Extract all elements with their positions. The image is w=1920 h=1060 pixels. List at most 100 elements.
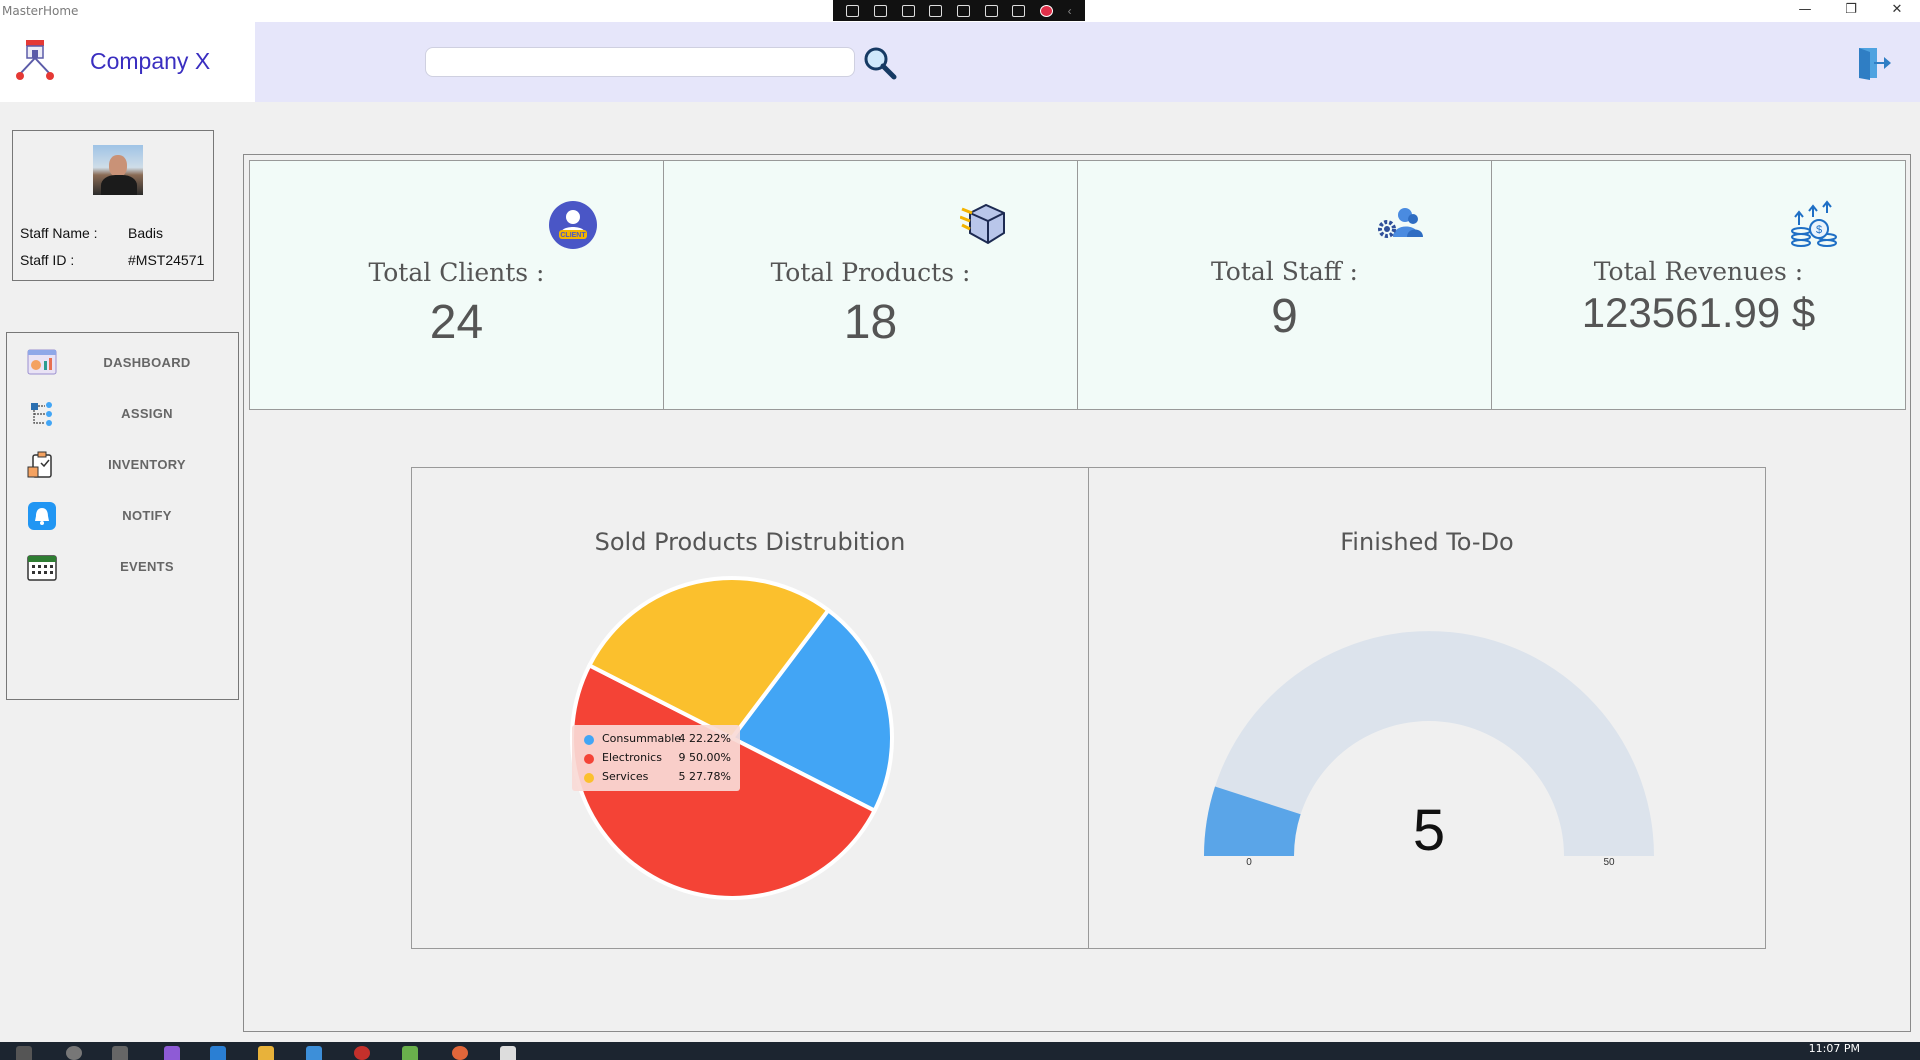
gauge-value: 5 bbox=[1413, 798, 1445, 863]
sidebar-item-dashboard[interactable]: DASHBOARD bbox=[7, 341, 238, 385]
staff-id-label: Staff ID : bbox=[20, 252, 75, 268]
legend-label: Services bbox=[602, 770, 649, 783]
window-controls: — ❐ ✕ bbox=[1782, 0, 1920, 22]
avatar bbox=[93, 145, 143, 195]
taskbar-clock: 11:07 PM bbox=[1808, 1042, 1860, 1055]
sidebar-item-label: INVENTORY bbox=[108, 457, 186, 472]
staff-name-value: Badis bbox=[128, 225, 164, 241]
restore-button[interactable]: ❐ bbox=[1828, 0, 1874, 22]
accessibility-icon[interactable] bbox=[1012, 4, 1026, 17]
legend-value: 4 22.22% bbox=[678, 732, 731, 745]
sidebar-item-label: NOTIFY bbox=[122, 508, 172, 523]
gauge-chart-title: Finished To-Do bbox=[1340, 528, 1514, 556]
video-icon[interactable] bbox=[873, 4, 887, 17]
bell-icon bbox=[28, 502, 56, 530]
company-name: Company X bbox=[90, 48, 211, 74]
pie-chart-panel: Sold Products Distrubition Consummable 4… bbox=[411, 467, 1089, 949]
search-taskbar-icon[interactable] bbox=[66, 1046, 82, 1060]
legend-label: Electronics bbox=[602, 751, 662, 764]
staff-icon bbox=[1378, 208, 1423, 238]
card-value: 9 bbox=[1271, 290, 1298, 343]
card-value: 123561.99 $ bbox=[1581, 289, 1816, 336]
app-icon[interactable] bbox=[500, 1046, 516, 1060]
card-title: Total Products : bbox=[770, 258, 971, 287]
card-total-clients: CLIENT Total Clients : 24 bbox=[249, 160, 664, 410]
legend-label: Consummable bbox=[602, 732, 682, 745]
toolbar-tool-icon[interactable] bbox=[846, 4, 860, 17]
card-value: 18 bbox=[843, 296, 898, 349]
staff-name-row: Staff Name : Badis bbox=[20, 225, 163, 241]
logout-icon[interactable] bbox=[1854, 43, 1892, 81]
inventory-icon bbox=[27, 451, 52, 478]
task-view-icon[interactable] bbox=[112, 1046, 128, 1060]
app-icon[interactable] bbox=[452, 1046, 468, 1060]
card-total-revenues: $ Total Revenues : 123561.99 $ bbox=[1491, 160, 1906, 410]
app-icon[interactable] bbox=[402, 1046, 418, 1060]
card-total-products: Total Products : 18 bbox=[663, 160, 1078, 410]
sidebar-item-inventory[interactable]: INVENTORY bbox=[7, 443, 238, 487]
search-icon[interactable] bbox=[863, 46, 897, 80]
box-icon bbox=[960, 203, 1005, 245]
sidebar-nav: DASHBOARD ASSIGN INVENTORY NOTIFY EVENTS bbox=[6, 332, 239, 700]
hot-reload-icon[interactable] bbox=[984, 4, 998, 17]
gauge-max-label: 50 bbox=[1603, 857, 1615, 868]
display-icon[interactable] bbox=[956, 4, 970, 17]
sidebar-item-label: DASHBOARD bbox=[103, 355, 191, 370]
top-header bbox=[255, 22, 1920, 102]
staff-name-label: Staff Name : bbox=[20, 225, 98, 241]
window-titlebar: MasterHome ‹ — ❐ ✕ bbox=[0, 0, 1920, 22]
file-explorer-icon[interactable] bbox=[258, 1046, 274, 1060]
select-frame-icon[interactable] bbox=[929, 4, 943, 17]
close-button[interactable]: ✕ bbox=[1874, 0, 1920, 22]
legend-item: Consummable 4 22.22% bbox=[578, 730, 734, 749]
card-title: Total Revenues : bbox=[1593, 257, 1804, 286]
start-icon[interactable] bbox=[16, 1046, 32, 1060]
search-input[interactable] bbox=[425, 47, 855, 77]
chart-panels: Sold Products Distrubition Consummable 4… bbox=[411, 467, 1767, 949]
client-icon: CLIENT bbox=[549, 201, 597, 249]
card-title: Total Clients : bbox=[368, 258, 545, 287]
gauge-chart-panel: Finished To-Do 5 0 50 bbox=[1088, 467, 1766, 949]
legend-value: 9 50.00% bbox=[678, 751, 731, 764]
card-title: Total Staff : bbox=[1211, 257, 1358, 286]
app-icon[interactable] bbox=[306, 1046, 322, 1060]
stop-icon[interactable] bbox=[1039, 4, 1053, 17]
debug-toolbar: ‹ bbox=[833, 0, 1085, 21]
svg-text:CLIENT: CLIENT bbox=[560, 232, 586, 239]
legend-swatch bbox=[584, 773, 594, 783]
stat-cards: CLIENT Total Clients : 24 Total Products… bbox=[249, 160, 1909, 410]
revenue-icon: $ bbox=[1791, 200, 1837, 247]
visual-studio-icon[interactable] bbox=[164, 1046, 180, 1060]
legend-item: Electronics 9 50.00% bbox=[578, 749, 734, 768]
staff-id-value: #MST24571 bbox=[128, 252, 205, 268]
browser-icon[interactable] bbox=[354, 1046, 370, 1060]
cursor-icon[interactable] bbox=[901, 4, 915, 17]
staff-profile: Staff Name : Badis Staff ID : #MST24571 bbox=[12, 130, 214, 281]
pie-tooltip-legend: Consummable 4 22.22% Electronics 9 50.00… bbox=[572, 725, 740, 791]
card-total-staff: Total Staff : 9 bbox=[1077, 160, 1492, 410]
gauge-min-label: 0 bbox=[1246, 857, 1252, 868]
staff-id-row: Staff ID : #MST24571 bbox=[20, 252, 204, 268]
minimize-button[interactable]: — bbox=[1782, 0, 1828, 22]
dashboard-main: CLIENT Total Clients : 24 Total Products… bbox=[243, 154, 1911, 1032]
sidebar-item-events[interactable]: EVENTS bbox=[7, 545, 238, 589]
sidebar-item-assign[interactable]: ASSIGN bbox=[7, 392, 238, 436]
vscode-icon[interactable] bbox=[210, 1046, 226, 1060]
calendar-icon bbox=[27, 555, 57, 581]
legend-swatch bbox=[584, 754, 594, 764]
sidebar-item-label: ASSIGN bbox=[121, 406, 173, 421]
legend-item: Services 5 27.78% bbox=[578, 768, 734, 787]
gauge-chart: 50 50 bbox=[1204, 631, 1654, 868]
sidebar-item-notify[interactable]: NOTIFY bbox=[7, 494, 238, 538]
dashboard-icon bbox=[27, 349, 57, 375]
window-title: MasterHome bbox=[2, 4, 79, 18]
collapse-chevron-icon[interactable]: ‹ bbox=[1068, 5, 1072, 17]
assign-icon bbox=[31, 402, 52, 426]
svg-text:$: $ bbox=[1816, 224, 1822, 236]
os-taskbar: 11:07 PM bbox=[0, 1042, 1920, 1060]
legend-value: 5 27.78% bbox=[678, 770, 731, 783]
pie-chart-title: Sold Products Distrubition bbox=[594, 528, 906, 556]
card-value: 24 bbox=[429, 296, 484, 349]
sidebar-item-label: EVENTS bbox=[120, 559, 174, 574]
brand-area: Company X bbox=[0, 22, 255, 102]
